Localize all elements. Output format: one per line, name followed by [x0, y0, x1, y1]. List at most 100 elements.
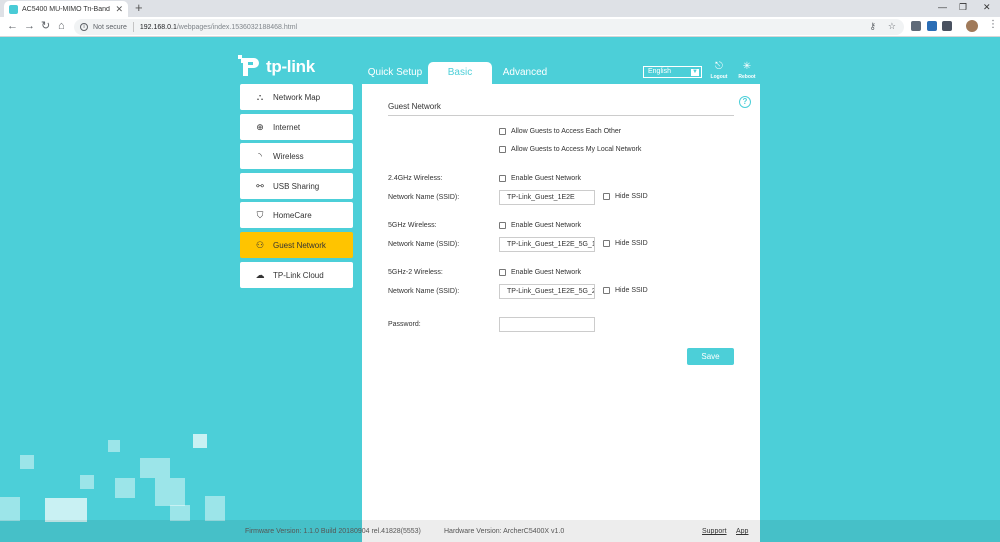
extension-icon[interactable]: [911, 21, 921, 31]
chevron-down-icon: ▼: [691, 69, 699, 76]
reload-icon[interactable]: ↻: [41, 20, 50, 33]
not-secure-label: Not secure: [93, 23, 127, 31]
sidebar-item-homecare[interactable]: ⛉ HomeCare: [240, 202, 353, 228]
tplink-favicon-icon: [9, 4, 18, 14]
browser-toolbar: ← → ↻ ⌂ i Not secure 192.168.0.1 /webpag…: [0, 17, 1000, 37]
sidebar-item-wireless[interactable]: ◝ Wireless: [240, 143, 353, 169]
back-icon[interactable]: ←: [7, 20, 18, 33]
globe-icon: ⊕: [256, 121, 264, 132]
sidebar-item-label: Wireless: [273, 151, 304, 161]
decor-square: [108, 440, 120, 452]
extension-icon[interactable]: [942, 21, 952, 31]
tab-advanced[interactable]: Advanced: [497, 62, 553, 84]
url-host: 192.168.0.1: [139, 23, 177, 31]
hide-ssid-5ghz-checkbox[interactable]: Hide SSID: [603, 240, 648, 247]
checkbox-label: Hide SSID: [615, 287, 648, 294]
tab-quick-setup[interactable]: Quick Setup: [364, 62, 426, 84]
sidebar-item-label: USB Sharing: [273, 181, 320, 191]
decor-square: [80, 475, 94, 489]
checkbox-box: [603, 193, 610, 200]
ssid-label: Network Name (SSID):: [388, 288, 460, 295]
ssid-24ghz-input[interactable]: TP-Link_Guest_1E2E: [499, 190, 595, 205]
checkbox-box: [499, 146, 506, 153]
home-icon[interactable]: ⌂: [58, 20, 65, 33]
tab-basic[interactable]: Basic: [428, 62, 492, 84]
decor-square: [205, 496, 225, 521]
band-5ghz-label: 5GHz Wireless:: [388, 222, 437, 229]
hide-ssid-5ghz-2-checkbox[interactable]: Hide SSID: [603, 287, 648, 294]
sidebar-item-label: TP-Link Cloud: [273, 270, 324, 280]
sidebar-item-network-map[interactable]: ⛬ Network Map: [240, 84, 353, 110]
maximize-icon[interactable]: ❐: [959, 2, 967, 13]
enable-guest-5ghz-checkbox[interactable]: Enable Guest Network: [499, 222, 581, 229]
download-extension-icon[interactable]: [927, 21, 937, 31]
language-select[interactable]: English ▼: [643, 66, 702, 78]
logout-label: Logout: [710, 74, 728, 80]
decor-square: [170, 505, 190, 521]
decor-square: [0, 497, 20, 521]
app-link[interactable]: App: [736, 528, 748, 535]
network-map-icon: ⛬: [256, 91, 264, 102]
page-title: Guest Network: [388, 102, 441, 111]
logout-icon: ⎋: [715, 61, 723, 72]
ssid-label: Network Name (SSID):: [388, 194, 460, 201]
minimize-icon[interactable]: —: [938, 2, 947, 12]
checkbox-label: Allow Guests to Access My Local Network: [511, 146, 642, 153]
sidebar-item-label: Internet: [273, 122, 301, 132]
browser-tab-strip: AC5400 MU-MIMO Tri-Band Ga ✕ + — ❐ ✕: [0, 0, 1000, 17]
checkbox-box: [603, 287, 610, 294]
reboot-label: Reboot: [738, 74, 756, 80]
profile-avatar[interactable]: [966, 20, 978, 32]
sidebar-item-usb-sharing[interactable]: ⚯ USB Sharing: [240, 173, 353, 199]
band-5ghz-2-label: 5GHz-2 Wireless:: [388, 269, 443, 276]
support-link[interactable]: Support: [702, 528, 727, 535]
sidebar-item-internet[interactable]: ⊕ Internet: [240, 114, 353, 140]
sidebar-item-label: HomeCare: [273, 210, 312, 220]
hide-ssid-24ghz-checkbox[interactable]: Hide SSID: [603, 193, 648, 200]
logout-button[interactable]: ⎋ Logout: [707, 61, 731, 81]
browser-menu-icon[interactable]: ⋮: [988, 19, 998, 30]
enable-guest-5ghz-2-checkbox[interactable]: Enable Guest Network: [499, 269, 581, 276]
checkbox-label: Enable Guest Network: [511, 269, 582, 276]
logo-text: tp-link: [266, 57, 315, 76]
checkbox-box: [603, 240, 610, 247]
sidebar-item-tplink-cloud[interactable]: ☁ TP-Link Cloud: [240, 262, 353, 288]
new-tab-button[interactable]: +: [135, 1, 143, 15]
url-path: /webpages/index.1536032188468.html: [176, 23, 298, 31]
key-icon[interactable]: ⚷: [869, 21, 876, 32]
sidebar-item-guest-network[interactable]: ⚇ Guest Network: [240, 232, 353, 258]
checkbox-box: [499, 175, 506, 182]
sidebar-item-label: Network Map: [273, 92, 321, 102]
close-tab-icon[interactable]: ✕: [115, 4, 123, 15]
info-icon[interactable]: i: [80, 23, 88, 31]
title-divider: [388, 115, 734, 116]
guest-icon: ⚇: [255, 239, 265, 250]
cloud-icon: ☁: [255, 269, 265, 280]
firmware-version: Firmware Version: 1.1.0 Build 20180904 r…: [245, 528, 421, 535]
browser-tab[interactable]: AC5400 MU-MIMO Tri-Band Ga ✕: [4, 1, 128, 17]
star-icon[interactable]: ☆: [888, 21, 896, 32]
tplink-logo-icon: [238, 55, 262, 79]
ssid-5ghz-input[interactable]: TP-Link_Guest_1E2E_5G_1: [499, 237, 595, 252]
address-separator: [132, 22, 134, 32]
browser-tab-title: AC5400 MU-MIMO Tri-Band Ga: [22, 5, 113, 13]
address-bar[interactable]: i Not secure 192.168.0.1 /webpages/index…: [74, 19, 904, 35]
reboot-icon: ✳: [742, 61, 752, 72]
band-24ghz-label: 2.4GHz Wireless:: [388, 175, 443, 182]
allow-access-each-other-checkbox[interactable]: Allow Guests to Access Each Other: [499, 128, 621, 135]
window-close-icon[interactable]: ✕: [983, 2, 991, 13]
shield-icon: ⛉: [256, 209, 264, 220]
password-input[interactable]: [499, 317, 595, 332]
sidebar-item-label: Guest Network: [273, 240, 326, 250]
guest-network-panel: Guest Network ? Allow Guests to Access E…: [362, 84, 760, 542]
tplink-logo: tp-link: [238, 55, 315, 79]
reboot-button[interactable]: ✳ Reboot: [735, 61, 759, 81]
enable-guest-24ghz-checkbox[interactable]: Enable Guest Network: [499, 175, 581, 182]
ssid-5ghz-2-input[interactable]: TP-Link_Guest_1E2E_5G_2: [499, 284, 595, 299]
password-label: Password:: [388, 321, 421, 328]
help-icon[interactable]: ?: [739, 96, 751, 108]
allow-access-local-network-checkbox[interactable]: Allow Guests to Access My Local Network: [499, 146, 641, 153]
save-button[interactable]: Save: [687, 348, 734, 365]
forward-icon[interactable]: →: [24, 20, 35, 33]
wifi-icon: ◝: [258, 150, 262, 161]
